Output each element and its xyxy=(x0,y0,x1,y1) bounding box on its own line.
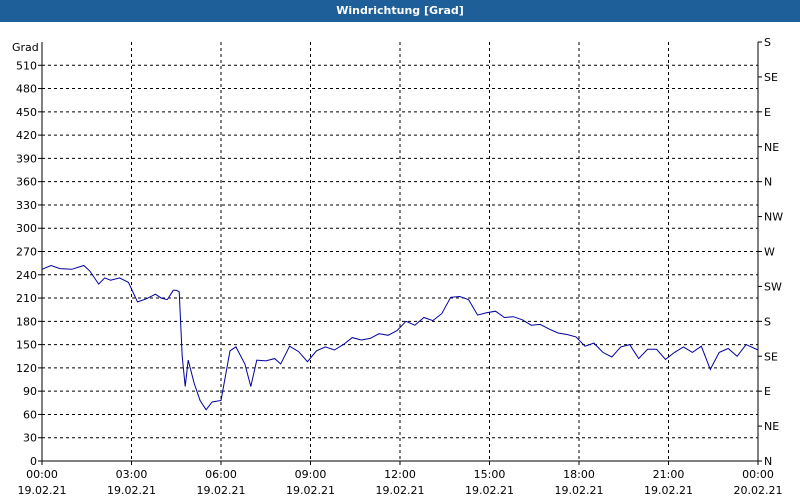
y-tick-label: 450 xyxy=(16,106,37,119)
right-tick-label: NE xyxy=(764,141,779,154)
y-tick-label: 150 xyxy=(16,339,37,352)
x-tick-date: 19.02.21 xyxy=(644,484,693,497)
y-tick-label: 180 xyxy=(16,315,37,328)
y-tick-label: 420 xyxy=(16,129,37,142)
grid-lines xyxy=(42,42,758,461)
wind-direction-chart: 0 30 60 90 120 150 180 210 240 270 300 330 360 390 420… xyxy=(12,36,783,497)
right-tick-label: S xyxy=(764,36,771,49)
right-tick-label: SE xyxy=(764,71,778,84)
x-tick-time: 06:00 xyxy=(205,468,237,481)
right-tick-label: NE xyxy=(764,420,779,433)
x-tick-date: 19.02.21 xyxy=(376,484,425,497)
y-tick-label: 60 xyxy=(23,408,37,421)
x-tick-time: 00:00 xyxy=(742,468,774,481)
right-tick-label: E xyxy=(764,106,771,119)
right-tick-label: N xyxy=(764,455,772,468)
y-tick-label: 510 xyxy=(16,59,37,72)
y-axis-ticks: 0 30 60 90 120 150 180 210 240 270 300 330 360 390 420… xyxy=(16,59,42,468)
x-tick-date: 19.02.21 xyxy=(18,484,67,497)
right-axis-ticks: N NE E SE S SW W NW N NE E SE S xyxy=(758,36,783,468)
x-tick-time: 09:00 xyxy=(295,468,327,481)
x-tick-date: 19.02.21 xyxy=(555,484,604,497)
y-tick-label: 480 xyxy=(16,83,37,96)
x-tick-time: 12:00 xyxy=(384,468,416,481)
right-tick-label: NW xyxy=(764,211,783,224)
x-tick-time: 21:00 xyxy=(653,468,685,481)
y-tick-label: 210 xyxy=(16,292,37,305)
y-tick-label: 360 xyxy=(16,176,37,189)
right-tick-label: SW xyxy=(764,280,782,293)
y-tick-label: 0 xyxy=(30,455,37,468)
right-tick-label: SE xyxy=(764,350,778,363)
x-axis-ticks: 00:00 19.02.21 03:00 19.02.21 06:00 19.02.21 0… xyxy=(18,461,783,497)
x-tick-date: 19.02.21 xyxy=(465,484,514,497)
y-tick-label: 90 xyxy=(23,385,37,398)
x-tick-date: 19.02.21 xyxy=(197,484,246,497)
y-axis-label: Grad xyxy=(12,41,39,54)
x-tick-date: 19.02.21 xyxy=(286,484,335,497)
chart-window: Windrichtung [Grad] 0 30 60 90 120 150 180 210 2… xyxy=(0,0,800,500)
right-tick-label: S xyxy=(764,315,771,328)
right-tick-label: N xyxy=(764,176,772,189)
right-tick-label: E xyxy=(764,385,771,398)
x-tick-time: 18:00 xyxy=(563,468,595,481)
x-tick-date: 20.02.21 xyxy=(734,484,783,497)
x-tick-time: 00:00 xyxy=(26,468,58,481)
y-tick-label: 270 xyxy=(16,246,37,259)
y-tick-label: 30 xyxy=(23,432,37,445)
y-tick-label: 240 xyxy=(16,269,37,282)
right-tick-label: W xyxy=(764,246,775,259)
y-tick-label: 330 xyxy=(16,199,37,212)
x-tick-date: 19.02.21 xyxy=(107,484,156,497)
y-tick-label: 390 xyxy=(16,152,37,165)
x-tick-time: 15:00 xyxy=(474,468,506,481)
y-tick-label: 120 xyxy=(16,362,37,375)
y-tick-label: 300 xyxy=(16,222,37,235)
x-tick-time: 03:00 xyxy=(116,468,148,481)
